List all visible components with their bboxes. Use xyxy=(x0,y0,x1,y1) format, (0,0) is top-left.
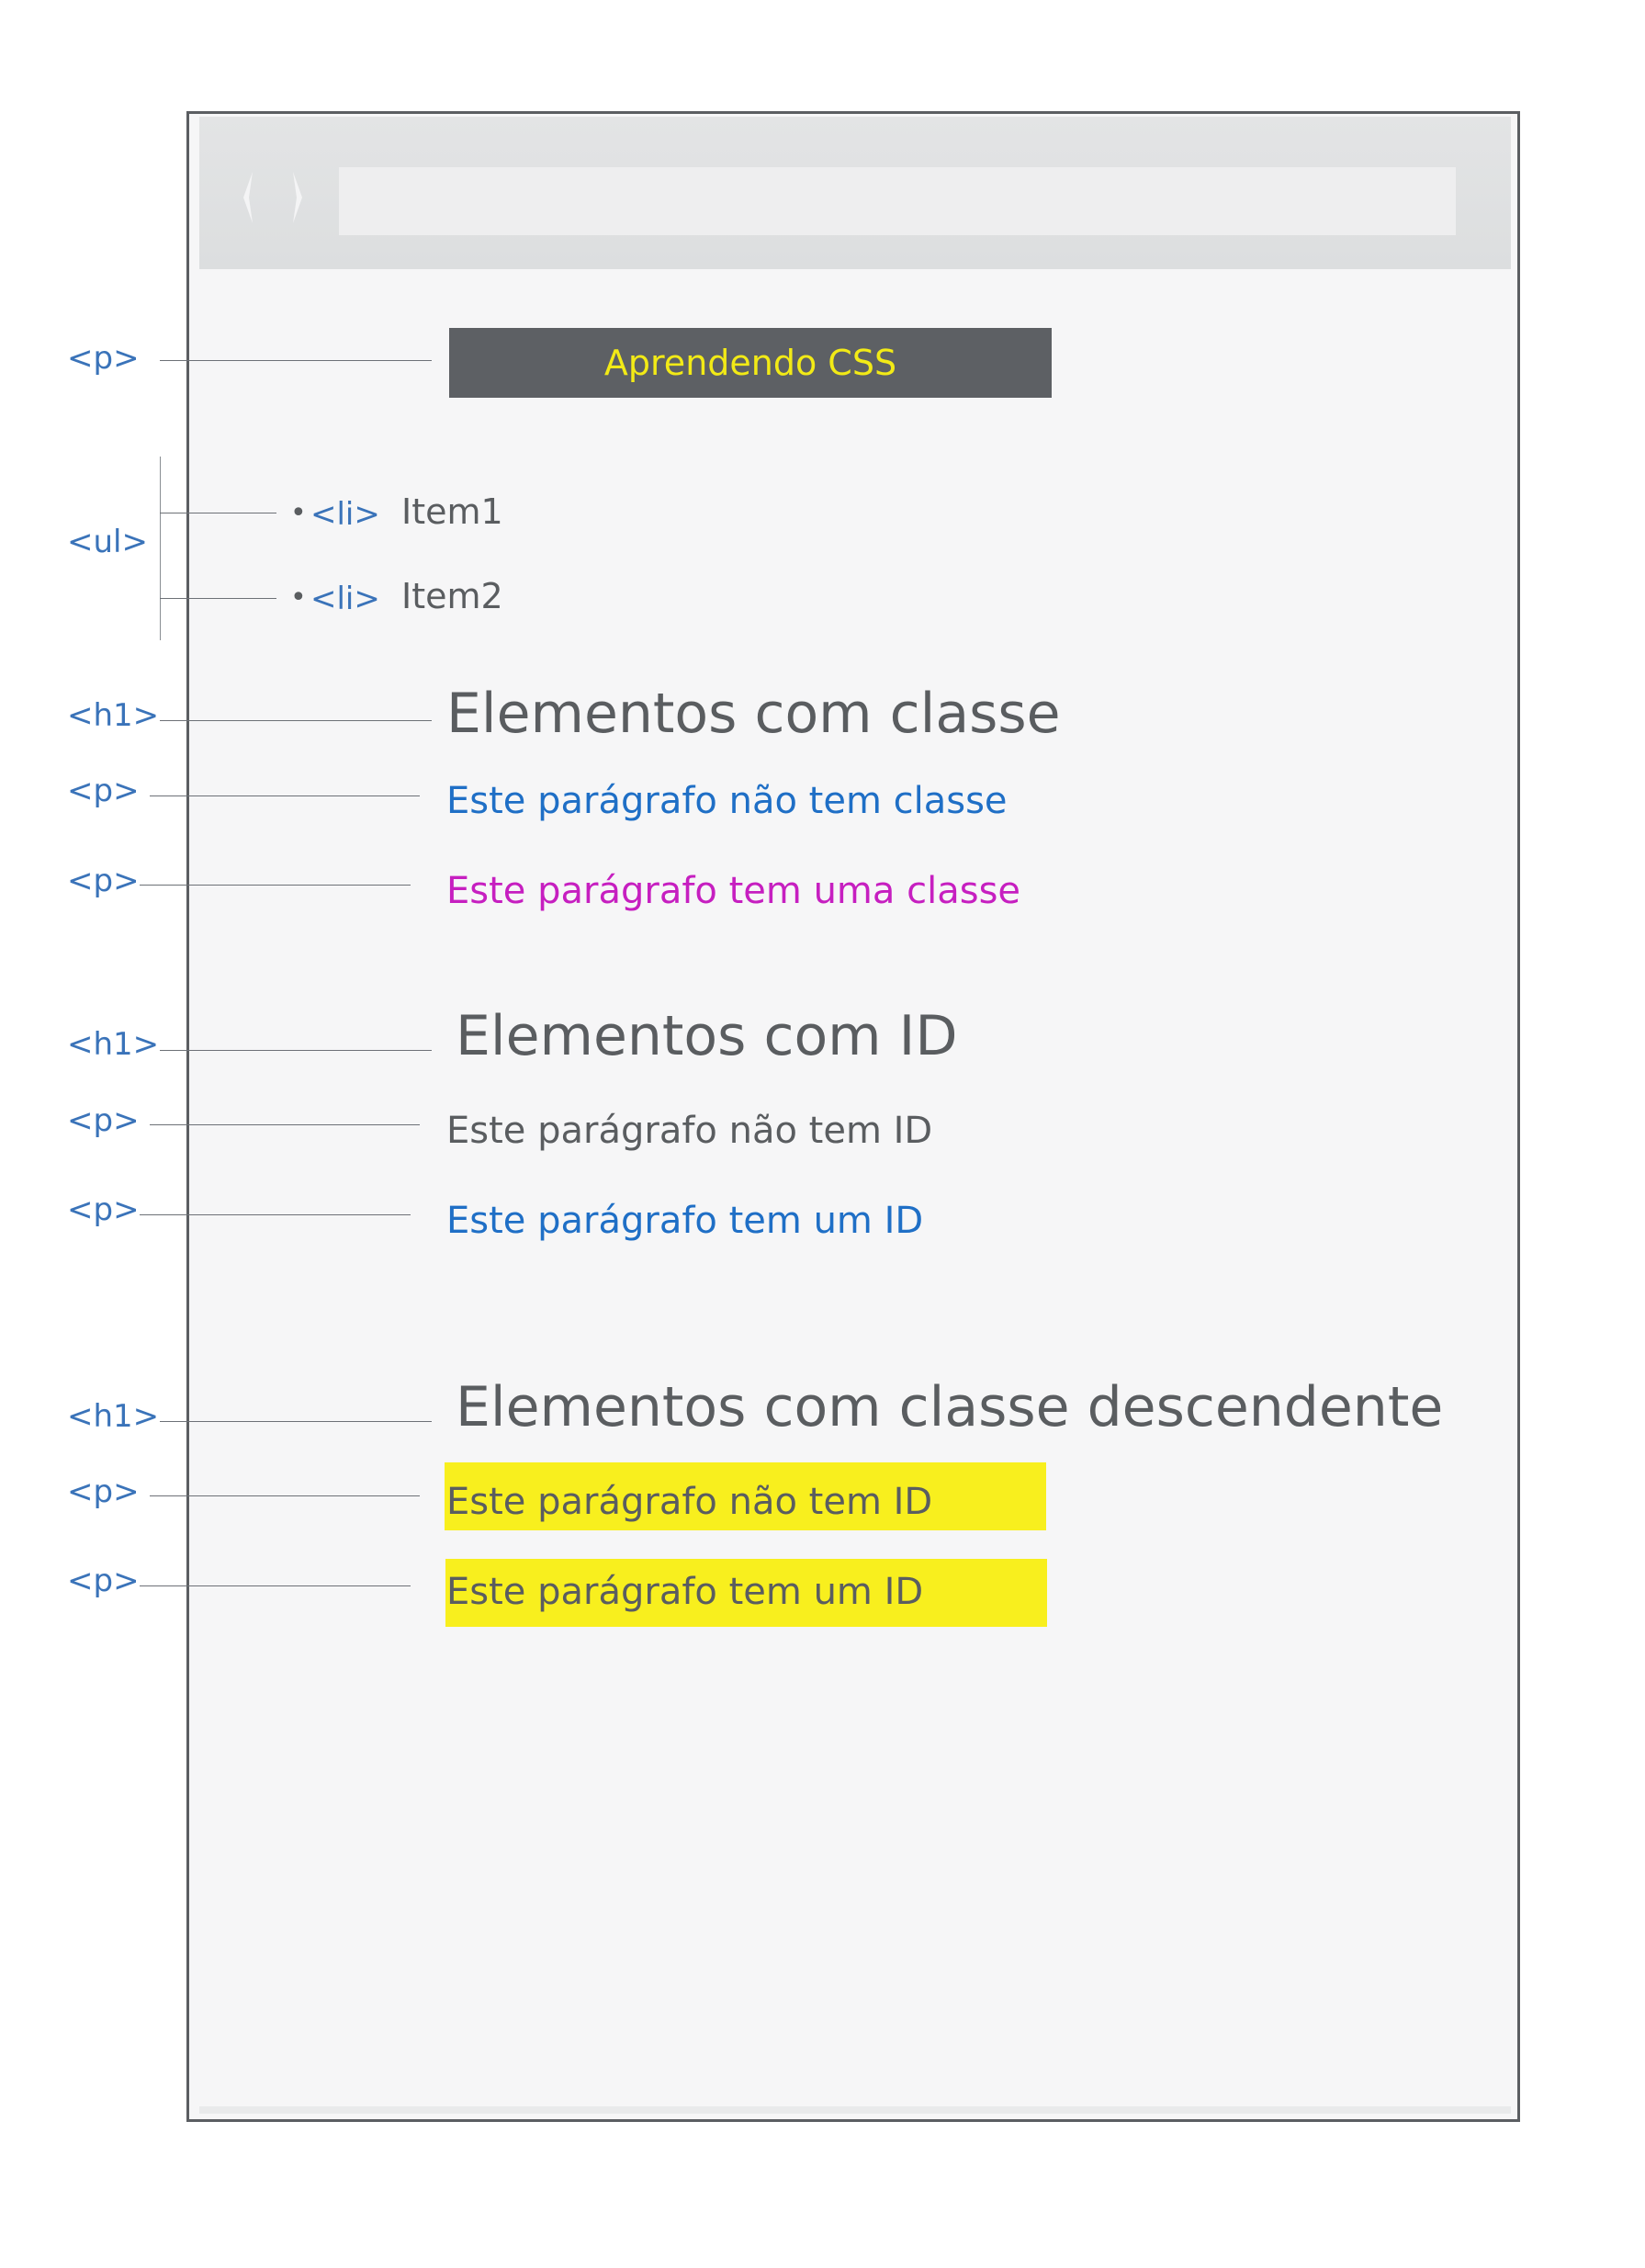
leader-line xyxy=(140,885,411,886)
p-tag-label: <p> xyxy=(67,1191,140,1228)
paragraph-descendant-no-id: Este parágrafo não tem ID xyxy=(446,1481,933,1523)
paragraph-no-id: Este parágrafo não tem ID xyxy=(446,1110,933,1152)
leader-line xyxy=(140,1214,411,1215)
leader-line xyxy=(160,360,432,361)
paragraph-descendant-with-id: Este parágrafo tem um ID xyxy=(446,1571,924,1613)
list-item: Item2 xyxy=(401,576,503,616)
section-heading: Elementos com classe xyxy=(446,682,1061,746)
paragraph-no-class: Este parágrafo não tem classe xyxy=(446,780,1008,822)
leader-line xyxy=(160,598,276,599)
ul-tag-label: <ul> xyxy=(67,524,148,560)
leader-line xyxy=(160,1421,432,1422)
leader-line xyxy=(150,795,420,796)
p-tag-label: <p> xyxy=(67,340,140,377)
bullet-icon: • xyxy=(290,497,307,529)
h1-tag-label: <h1> xyxy=(67,1398,160,1435)
browser-toolbar xyxy=(199,117,1511,269)
bullet-icon: • xyxy=(290,581,307,614)
h1-tag-label: <h1> xyxy=(67,697,160,734)
forward-arrow-icon[interactable] xyxy=(291,170,304,225)
leader-line xyxy=(150,1124,420,1125)
p-tag-label: <p> xyxy=(67,1563,140,1599)
address-bar[interactable] xyxy=(339,167,1456,235)
p-tag-label: <p> xyxy=(67,863,140,899)
p-tag-label: <p> xyxy=(67,773,140,809)
section-heading: Elementos com classe descendente xyxy=(456,1375,1444,1439)
title-paragraph: Aprendendo CSS xyxy=(449,328,1052,398)
p-tag-label: <p> xyxy=(67,1102,140,1139)
leader-line xyxy=(140,1585,411,1586)
section-heading: Elementos com ID xyxy=(456,1004,958,1068)
window-bottom-edge xyxy=(199,2106,1511,2114)
leader-line xyxy=(160,1050,432,1051)
list-item: Item1 xyxy=(401,491,503,532)
leader-line xyxy=(160,720,432,721)
leader-line xyxy=(150,1495,420,1496)
li-tag-label: <li> xyxy=(310,581,380,617)
title-paragraph-text: Aprendendo CSS xyxy=(603,343,897,383)
paragraph-with-class: Este parágrafo tem uma classe xyxy=(446,870,1021,912)
p-tag-label: <p> xyxy=(67,1473,140,1510)
paragraph-with-id: Este parágrafo tem um ID xyxy=(446,1200,924,1242)
h1-tag-label: <h1> xyxy=(67,1026,160,1063)
li-tag-label: <li> xyxy=(310,496,380,533)
ul-bracket xyxy=(160,457,161,640)
back-arrow-icon[interactable] xyxy=(242,170,254,225)
